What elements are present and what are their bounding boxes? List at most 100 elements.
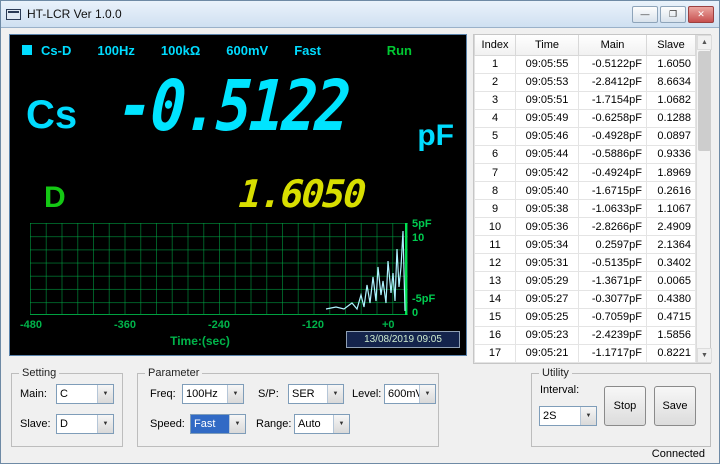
table-row[interactable]: 12 09:05:31 -0.5135pF 0.3402 [474,253,696,273]
table-row[interactable]: 15 09:05:25 -0.7059pF 0.4715 [474,307,696,327]
table-cell: 1 [474,54,516,74]
interval-select[interactable]: 2S ▼ [539,406,597,426]
table-cell: -1.6715pF [578,181,647,201]
chevron-down-icon[interactable]: ▼ [229,415,245,433]
main-select[interactable]: C ▼ [56,384,114,404]
interval-label: Interval: [540,384,580,396]
stop-button[interactable]: Stop [604,386,646,426]
table-row[interactable]: 11 09:05:34 0.2597pF 2.1364 [474,235,696,255]
chevron-down-icon[interactable]: ▼ [97,385,113,403]
scrollbar-thumb[interactable] [698,51,711,151]
titlebar: HT-LCR Ver 1.0.0 — ❐ ✕ [1,1,719,28]
main-label: Main: [20,388,47,400]
y-axis-top-main: 5pF [412,218,432,230]
table-row[interactable]: 4 09:05:49 -0.6258pF 0.1288 [474,108,696,128]
slave-select[interactable]: D ▼ [56,414,114,434]
table-row[interactable]: 13 09:05:29 -1.3671pF 0.0065 [474,271,696,291]
table-row[interactable]: 1 09:05:55 -0.5122pF 1.6050 [474,54,696,74]
col-header-index[interactable]: Index [474,35,516,56]
table-cell: -1.7154pF [578,90,647,110]
table-row[interactable]: 9 09:05:38 -1.0633pF 1.1067 [474,199,696,219]
level-readout: 600mV [226,42,269,58]
close-button[interactable]: ✕ [688,5,714,23]
chevron-down-icon[interactable]: ▼ [580,407,596,425]
trend-chart [30,223,408,315]
app-icon [6,8,21,20]
table-cell: 8.6634 [646,72,696,92]
chevron-down-icon[interactable]: ▼ [333,415,349,433]
lcd-display: Cs-D 100Hz 100kΩ 600mV Fast Run Cs -0.51… [9,34,467,356]
table-row[interactable]: 16 09:05:23 -2.4239pF 1.5856 [474,325,696,345]
table-cell: 09:05:40 [515,181,579,201]
table-cell: -0.4924pF [578,162,647,183]
table-cell: 14 [474,289,516,309]
scroll-up-icon[interactable]: ▲ [697,35,712,50]
table-cell: 6 [474,144,516,164]
table-cell: 09:05:34 [515,235,579,255]
minimize-button[interactable]: — [632,5,658,23]
run-state: Run [386,42,412,58]
table-row[interactable]: 8 09:05:40 -1.6715pF 0.2616 [474,181,696,201]
chevron-down-icon[interactable]: ▼ [227,385,243,403]
table-cell: 09:05:55 [515,54,579,74]
table-cell: 09:05:38 [515,199,579,219]
range-readout: 100kΩ [160,42,201,58]
main-select-value: C [60,388,68,400]
waveform [325,223,407,315]
table-row[interactable]: 2 09:05:53 -2.8412pF 8.6634 [474,72,696,92]
table-cell: 09:05:51 [515,90,579,110]
interval-select-value: 2S [543,410,557,422]
table-cell: 09:05:44 [515,144,579,164]
table-cell: 9 [474,199,516,219]
range-select[interactable]: Auto ▼ [294,414,350,434]
table-cell: 09:05:23 [515,325,579,345]
x-tick: -360 [114,319,137,331]
col-header-slave[interactable]: Slave [646,35,696,56]
measure-indicator-icon [22,45,32,55]
chevron-down-icon[interactable]: ▼ [97,415,113,433]
table-cell: 0.4715 [646,307,696,327]
table-cell: 12 [474,253,516,273]
save-button[interactable]: Save [654,386,696,426]
table-cell: -2.8412pF [578,72,647,92]
table-row[interactable]: 17 09:05:21 -1.1717pF 0.8221 [474,343,696,364]
scroll-down-icon[interactable]: ▼ [697,348,712,363]
table-cell: -0.5122pF [578,54,647,74]
table-cell: 09:05:42 [515,162,579,183]
maximize-button[interactable]: ❐ [660,5,686,23]
table-row[interactable]: 10 09:05:36 -2.8266pF 2.4909 [474,217,696,237]
sp-select[interactable]: SER ▼ [288,384,344,404]
table-cell: 5 [474,126,516,146]
y-axis-bottom-secondary: 0 [412,307,419,319]
level-select[interactable]: 600mV ▼ [384,384,436,404]
table-cell: 09:05:27 [515,289,579,309]
table-cell: 0.3402 [646,253,696,273]
table-row[interactable]: 3 09:05:51 -1.7154pF 1.0682 [474,90,696,110]
chevron-down-icon[interactable]: ▼ [419,385,435,403]
table-cell: 8 [474,181,516,201]
main-reading: -0.5122 [115,65,351,147]
table-cell: 09:05:53 [515,72,579,92]
table-cell: 10 [474,217,516,237]
col-header-time[interactable]: Time [515,35,579,56]
freq-select[interactable]: 100Hz ▼ [182,384,244,404]
table-row[interactable]: 6 09:05:44 -0.5886pF 0.9336 [474,144,696,164]
waveform-trace [325,230,406,312]
speed-select[interactable]: Fast ▼ [190,414,246,434]
table-cell: -0.7059pF [578,307,647,327]
table-cell: -0.5886pF [578,144,647,164]
log-table: Index Time Main Slave 1 09:05:55 -0.5122pF… [474,35,696,364]
x-tick: +0 [382,319,395,331]
table-cell: -0.3077pF [578,289,647,309]
table-scrollbar[interactable]: ▲ ▼ [696,35,712,363]
table-row[interactable]: 5 09:05:46 -0.4928pF 0.0897 [474,126,696,146]
table-cell: 0.0897 [646,126,696,146]
chevron-down-icon[interactable]: ▼ [327,385,343,403]
table-row[interactable]: 7 09:05:42 -0.4924pF 1.8969 [474,162,696,183]
table-cell: 1.6050 [646,54,696,74]
x-tick: -480 [20,319,43,331]
secondary-parameter-label: D [44,181,66,214]
col-header-main[interactable]: Main [578,35,647,56]
table-cell: -1.3671pF [578,271,647,291]
table-row[interactable]: 14 09:05:27 -0.3077pF 0.4380 [474,289,696,309]
